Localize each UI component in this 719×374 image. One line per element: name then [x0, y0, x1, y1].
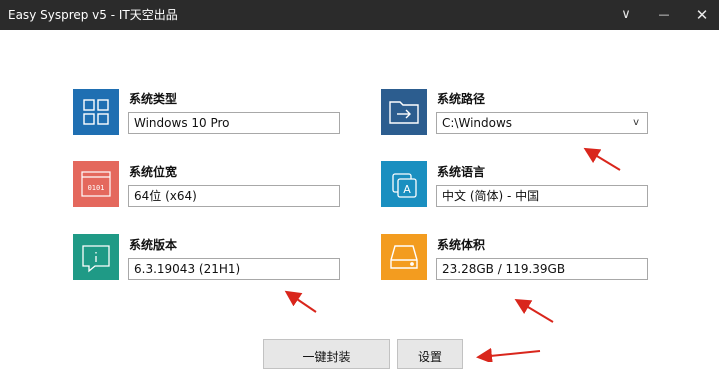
os-lang-field[interactable]: 中文 (简体) - 中国 [436, 185, 648, 207]
maximize-button[interactable]: — [647, 0, 681, 30]
os-size-label: 系统体积 [437, 238, 486, 252]
minimize-button[interactable]: ∨ [609, 0, 643, 30]
annotation-arrow [514, 298, 554, 323]
os-path-value: C:\Windows [442, 116, 513, 130]
os-bits-label: 系统位宽 [129, 165, 178, 179]
language-a-icon: A [381, 161, 427, 207]
annotation-arrow [476, 347, 541, 362]
info-icon [73, 234, 119, 280]
one-click-package-button[interactable]: 一键封装 [263, 339, 390, 369]
svg-text:0101: 0101 [88, 184, 105, 192]
hard-drive-icon [381, 234, 427, 280]
os-bits-field[interactable]: 64位 (x64) [128, 185, 340, 207]
binary-window-icon: 0101 [73, 161, 119, 207]
annotation-arrow [284, 290, 317, 313]
os-version-label: 系统版本 [129, 238, 178, 252]
close-button[interactable]: ✕ [685, 0, 719, 30]
windows-grid-icon [73, 89, 119, 135]
os-version-value: 6.3.19043 (21H1) [134, 262, 241, 276]
os-type-field[interactable]: Windows 10 Pro [128, 112, 340, 134]
title-bar: Easy Sysprep v5 - IT天空出品 ∨ — ✕ [0, 0, 719, 30]
os-bits-value: 64位 (x64) [134, 189, 197, 203]
folder-arrow-icon [381, 89, 427, 135]
os-version-field[interactable]: 6.3.19043 (21H1) [128, 258, 340, 280]
os-lang-label: 系统语言 [437, 165, 486, 179]
svg-text:A: A [403, 183, 411, 196]
os-type-label: 系统类型 [129, 92, 178, 106]
annotation-arrow [583, 147, 621, 171]
os-size-field[interactable]: 23.28GB / 119.39GB [436, 258, 648, 280]
settings-button[interactable]: 设置 [397, 339, 463, 369]
os-path-label: 系统路径 [437, 92, 486, 106]
os-size-value: 23.28GB / 119.39GB [442, 262, 566, 276]
os-path-select[interactable]: C:\Windows v [436, 112, 648, 134]
os-type-value: Windows 10 Pro [134, 116, 230, 130]
window-title: Easy Sysprep v5 - IT天空出品 [8, 8, 178, 22]
os-lang-value: 中文 (简体) - 中国 [442, 189, 540, 203]
chevron-down-icon[interactable]: v [633, 113, 639, 133]
